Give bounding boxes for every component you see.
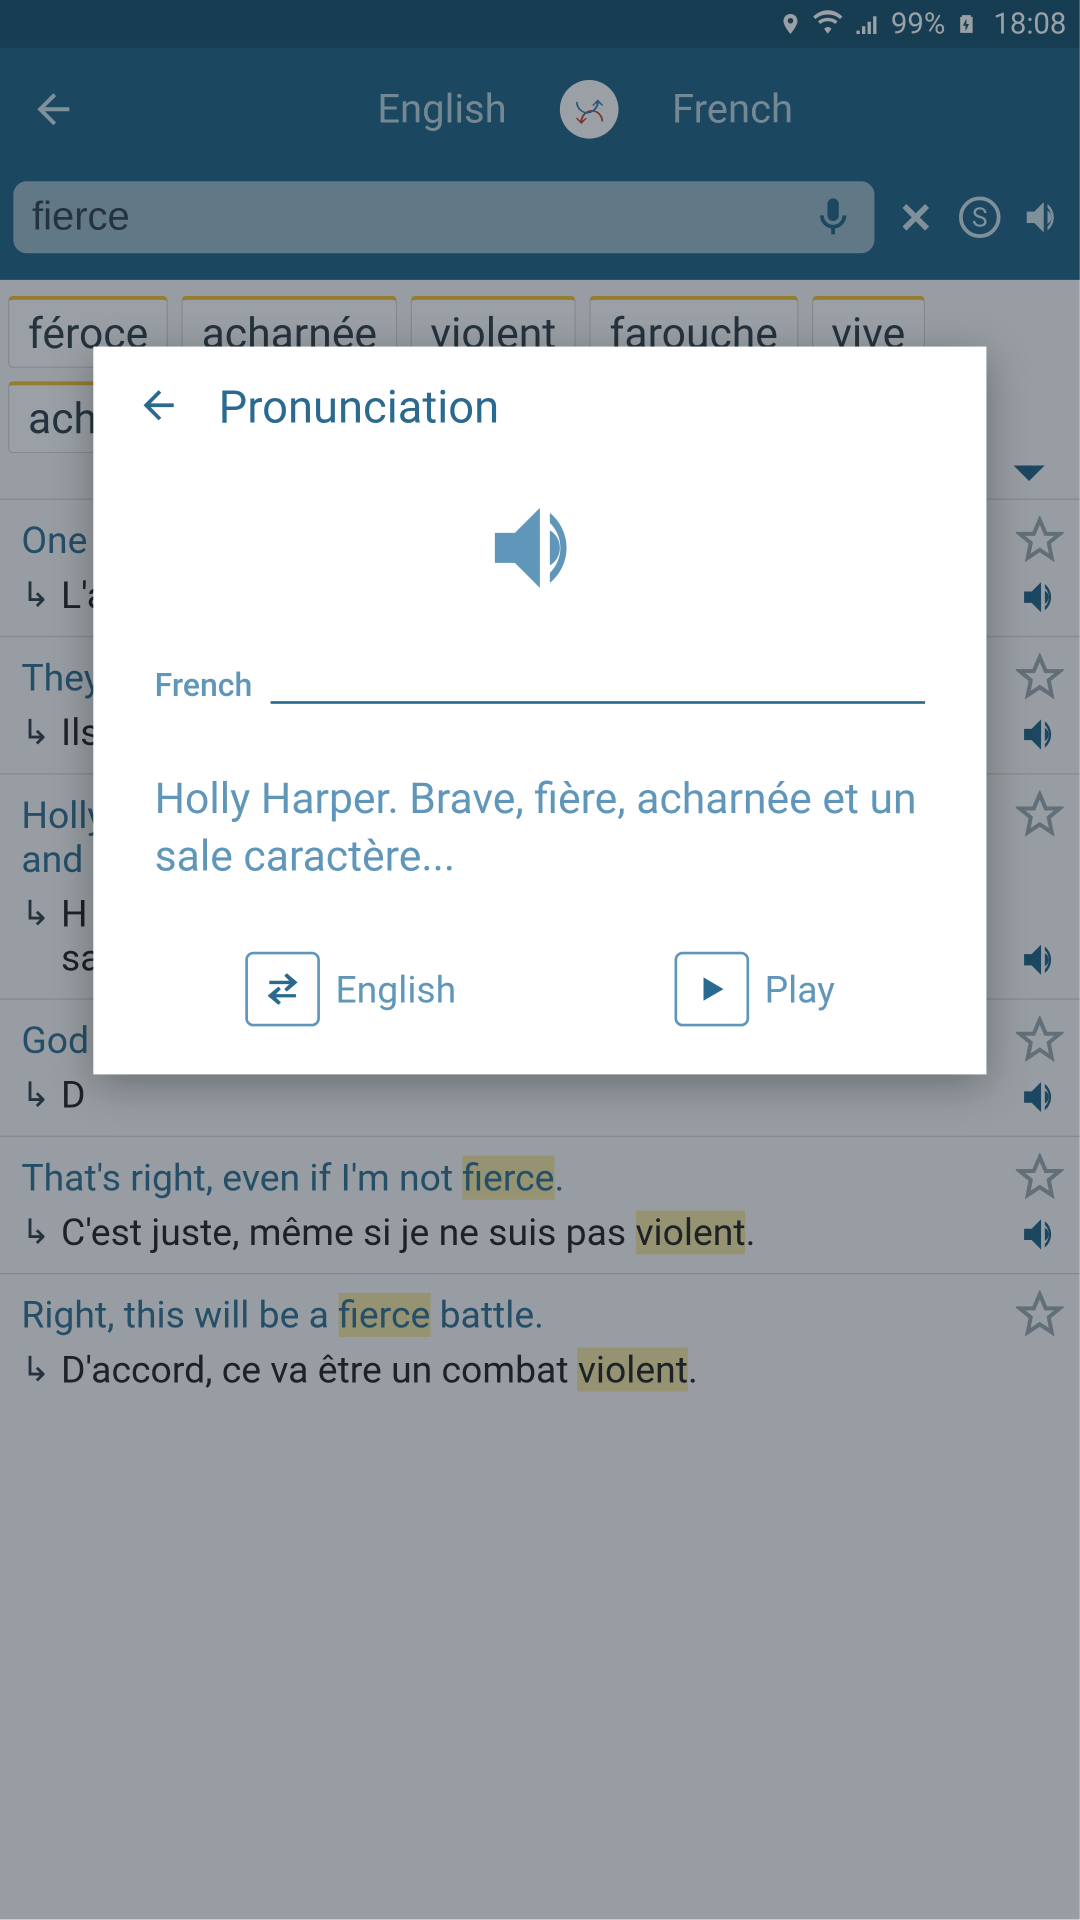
modal-input-label: French — [155, 667, 253, 704]
play-button[interactable]: Play — [674, 952, 835, 1027]
modal-title: Pronunciation — [219, 381, 500, 434]
pronunciation-modal: Pronunciation French Holly Harper. Brave… — [93, 347, 986, 1075]
modal-sentence: Holly Harper. Brave, fière, acharnée et … — [155, 770, 925, 885]
modal-speaker-icon[interactable] — [480, 488, 600, 608]
english-button[interactable]: English — [245, 952, 456, 1027]
modal-back-button[interactable] — [136, 383, 181, 434]
modal-input[interactable] — [271, 667, 925, 704]
